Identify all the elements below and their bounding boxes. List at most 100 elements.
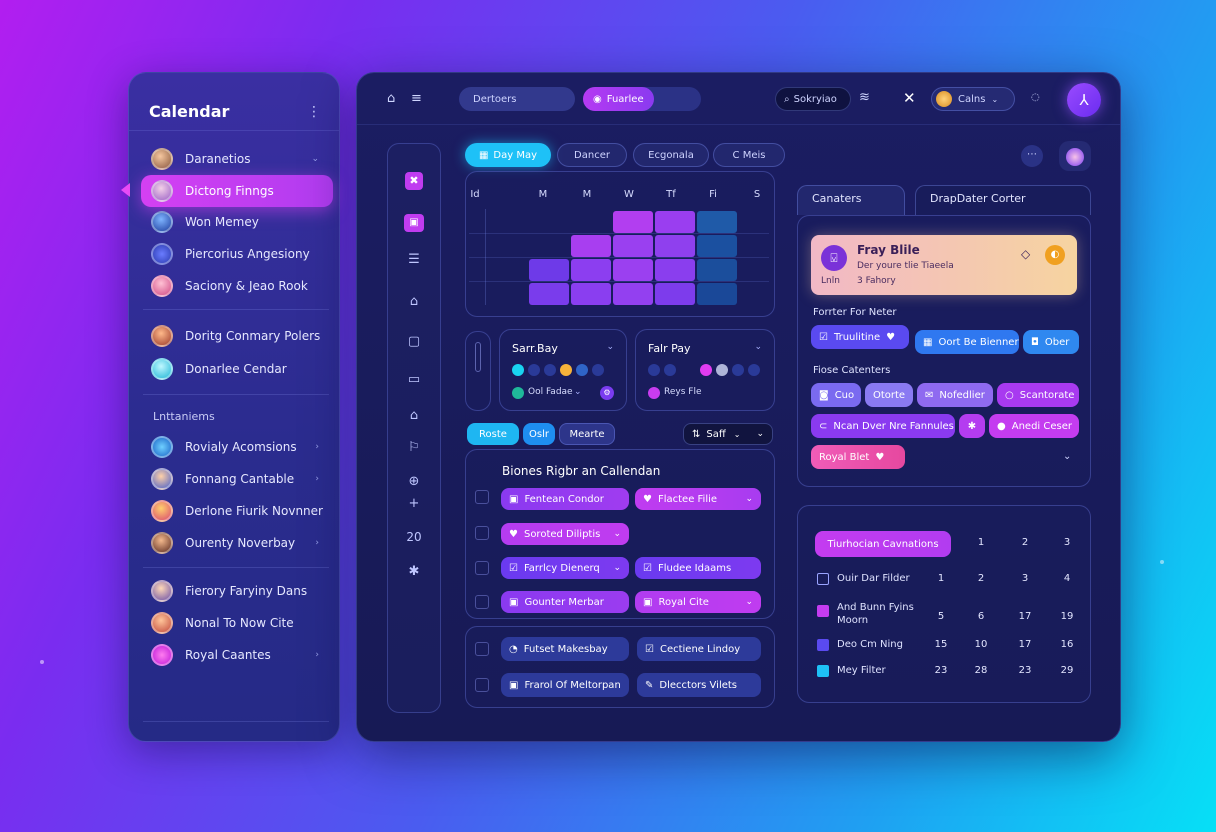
day-card[interactable]: Falr Pay ⌄ Reys Fle bbox=[635, 329, 775, 411]
table-action-button[interactable]: Tiurhocian Cavnations bbox=[815, 531, 951, 557]
event-chip[interactable]: ☑ Cectiene Lindoy bbox=[637, 637, 761, 661]
chevron-down-icon[interactable]: ⌄ bbox=[754, 342, 762, 352]
event-chip[interactable]: ▣ Fentean Condor bbox=[501, 488, 629, 510]
filter-chip[interactable]: ○ Scantorate bbox=[997, 383, 1079, 407]
sidebar-item[interactable]: Rovialy Acomsions › bbox=[141, 431, 333, 463]
more-icon[interactable]: ⋯ bbox=[1021, 145, 1043, 167]
highlight-card[interactable]: ⍌ Fray Blile Der youre tlie Tiaeela Lnln… bbox=[811, 235, 1077, 295]
tab-drapdater-corter[interactable]: DrapDater Corter bbox=[915, 185, 1091, 215]
sidebar-item[interactable]: Saciony & Jeao Rook bbox=[141, 270, 333, 302]
row-checkbox[interactable] bbox=[475, 678, 489, 692]
filter-chip[interactable]: ✉ Nofedlier bbox=[917, 383, 993, 407]
sort-dropdown[interactable]: ⇅ Saff ⌄ ⌄ bbox=[683, 423, 773, 445]
active-filter-chip[interactable]: ◉ Fuarlee bbox=[583, 87, 654, 111]
account-dropdown[interactable]: Calns ⌄ bbox=[931, 87, 1015, 111]
row-checkbox[interactable] bbox=[475, 526, 489, 540]
event-chip[interactable]: ▣ Gounter Merbar bbox=[501, 591, 629, 613]
avatar-button[interactable] bbox=[1059, 141, 1091, 171]
row-color-box[interactable] bbox=[817, 665, 829, 677]
event-chip[interactable]: ♥ Flactee Filie ⌄ bbox=[635, 488, 761, 510]
filter-chip[interactable]: Roste bbox=[467, 423, 519, 445]
heatmap-cell[interactable] bbox=[697, 211, 737, 233]
heatmap-cell[interactable] bbox=[529, 259, 569, 281]
filter-input[interactable]: ◉ Fuarlee bbox=[583, 87, 701, 111]
diamond-icon[interactable]: ◇ bbox=[1021, 247, 1030, 261]
profile-button[interactable]: ⅄ bbox=[1067, 83, 1101, 117]
coin-icon[interactable]: ◐ bbox=[1045, 245, 1065, 265]
sidebar-item[interactable]: Nonal To Now Cite bbox=[141, 607, 333, 639]
heatmap-cell[interactable] bbox=[655, 235, 695, 257]
row-checkbox[interactable] bbox=[475, 490, 489, 504]
heatmap-cell[interactable] bbox=[613, 235, 653, 257]
globe-icon[interactable]: ⊕ bbox=[388, 474, 440, 489]
event-chip[interactable]: ✎ Dlecctors Vilets bbox=[637, 673, 761, 697]
filter-chip[interactable]: Otorte bbox=[865, 383, 913, 407]
filter-chip[interactable]: ☑ Truulitine ♥ bbox=[811, 325, 909, 349]
filter-chip[interactable]: ⊂ Ncan Dver Nre Fannules bbox=[811, 414, 955, 438]
settings-icon[interactable]: ◌ bbox=[1031, 92, 1040, 103]
filter-chip[interactable]: ◙ Cuo bbox=[811, 383, 861, 407]
event-chip[interactable]: ▣ Frarol Of Meltorpan bbox=[501, 673, 629, 697]
event-chip[interactable]: ▣ Royal Cite ⌄ bbox=[635, 591, 761, 613]
list-icon[interactable]: ☰ bbox=[388, 252, 440, 267]
sidebar-item[interactable]: Derlone Fiurik Novnner bbox=[141, 495, 333, 527]
row-checkbox[interactable] bbox=[475, 595, 489, 609]
heatmap-cell[interactable] bbox=[613, 259, 653, 281]
sidebar-item-active[interactable]: Dictong Finngs bbox=[141, 175, 333, 207]
heatmap-cell[interactable] bbox=[697, 283, 737, 305]
event-chip[interactable]: ◔ Futset Makesbay bbox=[501, 637, 629, 661]
settings-icon[interactable]: ⚙ bbox=[600, 386, 614, 400]
row-color-box[interactable] bbox=[817, 639, 829, 651]
star-icon[interactable]: ✱ bbox=[388, 564, 440, 579]
day-card[interactable]: Sarr.Bay ⌄ Ool Fadae ⌄ ⚙ bbox=[499, 329, 627, 411]
filter-chip[interactable]: Oslr bbox=[523, 423, 555, 445]
heatmap-cell[interactable] bbox=[571, 283, 611, 305]
folder-icon[interactable]: ▭ bbox=[388, 372, 440, 387]
search-input[interactable]: Dertoers bbox=[459, 87, 575, 111]
chevron-down-icon[interactable]: ⌄ bbox=[606, 342, 614, 352]
close-box-icon[interactable]: ✖ bbox=[405, 172, 423, 190]
tab-ecgonala[interactable]: Ecgonala bbox=[633, 143, 709, 167]
sidebar-item[interactable]: Piercorius Angesiony bbox=[141, 238, 333, 270]
filter-chip[interactable]: ▦ Oort Be Bienner bbox=[915, 330, 1019, 354]
sidebar-item[interactable]: Fonnang Cantable › bbox=[141, 463, 333, 495]
scroll-thumb[interactable] bbox=[475, 342, 481, 372]
heatmap-cell[interactable] bbox=[655, 211, 695, 233]
heatmap-cell[interactable] bbox=[655, 259, 695, 281]
tab-dancer[interactable]: Dancer bbox=[557, 143, 627, 167]
document-icon[interactable]: ▢ bbox=[388, 334, 440, 349]
event-chip[interactable]: ☑ Farrlcy Dienerq ⌄ bbox=[501, 557, 629, 579]
sidebar-item[interactable]: Doritg Conmary Polers bbox=[141, 320, 333, 352]
heatmap-cell[interactable] bbox=[571, 259, 611, 281]
event-chip[interactable]: ☑ Fludee Idaams bbox=[635, 557, 761, 579]
row-checkbox[interactable] bbox=[475, 642, 489, 656]
wifi-icon[interactable]: ≋ bbox=[859, 90, 870, 105]
tab-c-meis[interactable]: C Meis bbox=[713, 143, 785, 167]
building-icon[interactable]: ⌂ bbox=[388, 294, 440, 309]
row-color-box[interactable] bbox=[817, 573, 829, 585]
row-checkbox[interactable] bbox=[475, 561, 489, 575]
tab-canaters[interactable]: Canaters bbox=[797, 185, 905, 215]
filter-chip[interactable]: ● Anedi Ceser bbox=[989, 414, 1079, 438]
x-icon[interactable]: ✕ bbox=[903, 89, 916, 107]
sidebar-item[interactable]: Ourenty Noverbay › bbox=[141, 527, 333, 559]
heatmap-cell[interactable] bbox=[655, 283, 695, 305]
sidebar-item[interactable]: Royal Caantes › bbox=[141, 639, 333, 671]
heatmap-cell[interactable] bbox=[697, 235, 737, 257]
search-box[interactable]: ⌕ Sokryiao bbox=[775, 87, 851, 111]
filter-chip[interactable]: ◘ Ober bbox=[1023, 330, 1079, 354]
tower-icon[interactable]: ⌂ bbox=[388, 408, 440, 423]
plus-icon[interactable]: + bbox=[388, 496, 440, 511]
heatmap-cell[interactable] bbox=[613, 211, 653, 233]
sidebar-item[interactable]: Won Memey bbox=[141, 206, 333, 238]
image-icon[interactable]: ▣ bbox=[404, 214, 424, 232]
sidebar-item[interactable]: Donarlee Cendar bbox=[141, 353, 333, 385]
mini-scroller[interactable] bbox=[465, 331, 491, 411]
event-chip[interactable]: ♥ Soroted Diliptis ⌄ bbox=[501, 523, 629, 545]
filter-chip[interactable]: Mearte bbox=[559, 423, 615, 445]
filter-chip[interactable]: Royal Blet ♥ bbox=[811, 445, 905, 469]
heatmap-cell[interactable] bbox=[529, 283, 569, 305]
sidebar-item[interactable]: Daranetios ⌄ bbox=[141, 143, 333, 175]
heatmap-cell[interactable] bbox=[613, 283, 653, 305]
more-menu-icon[interactable]: ⋮ bbox=[307, 104, 321, 120]
